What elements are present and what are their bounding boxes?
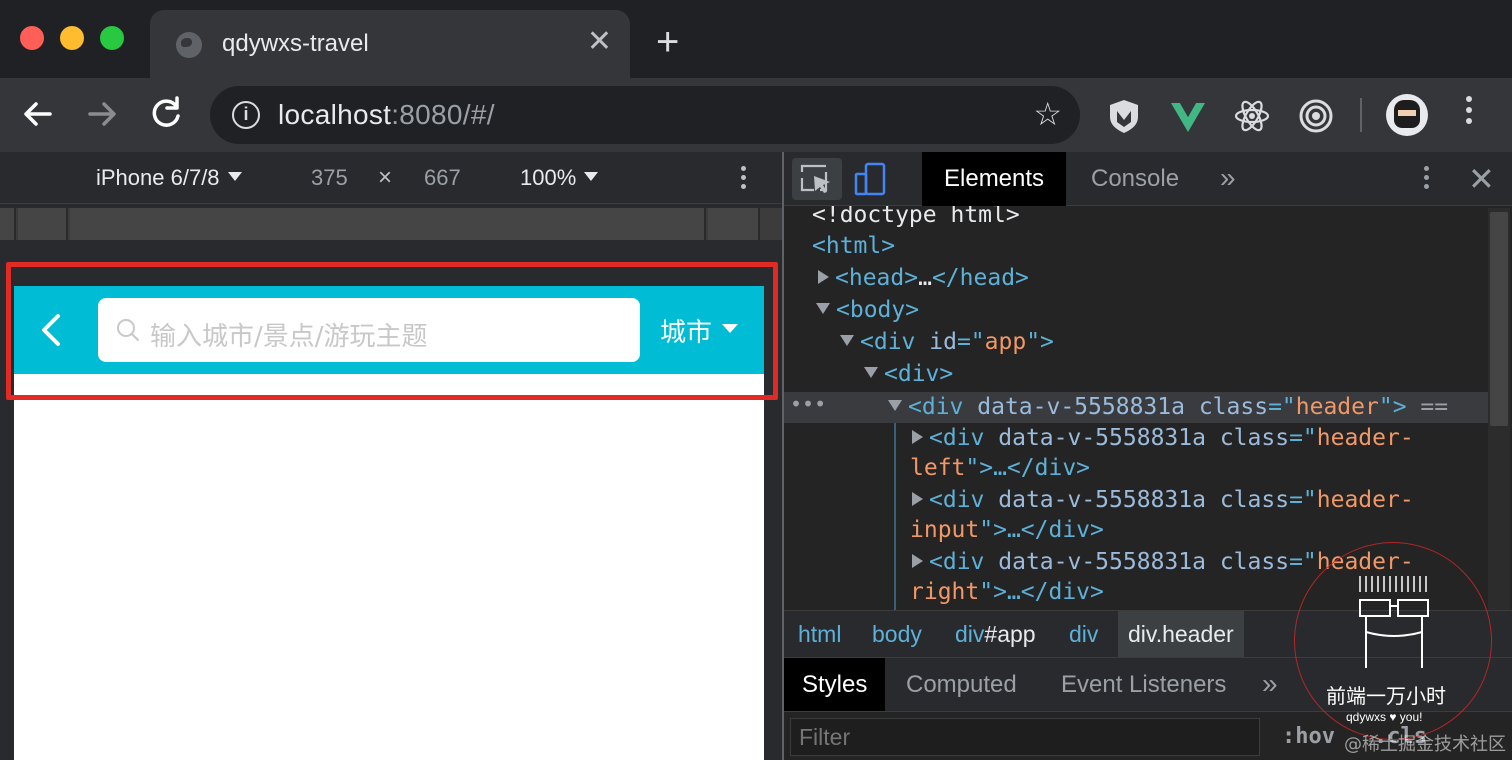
site-info-icon[interactable] [232, 101, 260, 129]
device-emulation-pane: iPhone 6/7/8 375 × 667 100% 输入城市/景点/游玩主题… [0, 152, 782, 760]
watermark-subtitle: qdywxs ♥ you! [1346, 710, 1423, 724]
styles-filter-input[interactable] [790, 718, 1260, 756]
dom-node-html[interactable]: <html> [812, 231, 895, 262]
globe-icon [176, 32, 202, 58]
dom-node-div-header[interactable]: <div data-v-5558831a class="header"> == [888, 392, 1448, 423]
browser-toolbar: localhost:8080/#/ ☆ [0, 78, 1512, 152]
minimize-window-button[interactable] [60, 26, 84, 50]
device-toolbar: iPhone 6/7/8 375 × 667 100% [0, 152, 782, 204]
expand-icon[interactable] [912, 491, 923, 506]
devtools-menu-icon[interactable] [1424, 166, 1429, 193]
device-options-icon[interactable] [741, 166, 746, 193]
dom-scroll-thumb[interactable] [1490, 212, 1508, 426]
forward-arrow-icon[interactable] [80, 92, 124, 136]
dom-node-header-right-wrap[interactable]: right">…</div> [910, 577, 1104, 608]
bookmark-star-icon[interactable]: ☆ [1033, 96, 1062, 132]
address-bar[interactable]: localhost:8080/#/ ☆ [210, 86, 1080, 144]
collapse-icon[interactable] [888, 400, 902, 411]
back-arrow-icon[interactable] [16, 92, 60, 136]
tab-elements[interactable]: Elements [922, 152, 1067, 206]
dom-node-header-input[interactable]: <div data-v-5558831a class="header- [912, 485, 1414, 516]
header-highlight-annotation [6, 262, 778, 400]
watermark-mascot-icon [1359, 576, 1429, 668]
browser-menu-icon[interactable] [1466, 96, 1474, 129]
expand-icon[interactable] [912, 553, 923, 568]
dom-node-header-input-wrap[interactable]: input">…</div> [910, 515, 1104, 546]
browser-tab[interactable]: qdywxs-travel ✕ [150, 10, 630, 78]
more-subtabs-icon[interactable]: » [1262, 668, 1278, 700]
dom-node-doctype[interactable]: <!doctype html> [812, 206, 1020, 231]
indent-guide [894, 423, 896, 610]
device-select[interactable]: iPhone 6/7/8 [96, 165, 242, 191]
hov-toggle[interactable]: :hov [1282, 724, 1335, 749]
browser-tab-strip: qdywxs-travel ✕ + [0, 0, 1512, 78]
collapse-icon[interactable] [864, 367, 878, 378]
chevron-down-icon [227, 171, 242, 181]
dom-node-body[interactable]: <body> [816, 295, 919, 326]
expand-icon[interactable] [818, 269, 829, 284]
dom-node-header-left[interactable]: <div data-v-5558831a class="header- [912, 423, 1414, 454]
watermark-site: @稀土掘金技术社区 [1344, 734, 1506, 755]
inspect-element-icon[interactable] [792, 158, 842, 200]
tab-styles[interactable]: Styles [784, 658, 886, 711]
dom-node-head[interactable]: <head>…</head> [818, 263, 1029, 294]
toggle-device-icon[interactable] [854, 162, 888, 196]
tab-console[interactable]: Console [1069, 152, 1201, 206]
chevron-down-icon [584, 171, 599, 181]
watermark-title: 前端一万小时 [1326, 684, 1446, 708]
collapse-icon[interactable] [840, 335, 854, 346]
react-devtools-icon[interactable] [1232, 96, 1272, 136]
zoom-select[interactable]: 100% [520, 165, 599, 191]
url-text: localhost:8080/#/ [278, 99, 495, 130]
toolbar-divider [1360, 98, 1362, 132]
dom-row-more-icon[interactable]: ••• [790, 392, 826, 416]
tab-event-listeners[interactable]: Event Listeners [1043, 658, 1244, 711]
close-window-button[interactable] [20, 26, 44, 50]
vue-devtools-icon[interactable] [1168, 96, 1208, 136]
breadcrumb-div-header[interactable]: div.header [1118, 611, 1244, 657]
breadcrumb-div[interactable]: div [1059, 611, 1108, 657]
reload-icon[interactable] [144, 92, 188, 136]
shield-extension-icon[interactable] [1104, 96, 1144, 136]
new-tab-button[interactable]: + [656, 22, 679, 62]
dom-node-div[interactable]: <div> [864, 359, 953, 390]
breadcrumb-html[interactable]: html [788, 611, 851, 657]
zoom-window-button[interactable] [100, 26, 124, 50]
breadcrumb-div-app[interactable]: div#app [945, 611, 1046, 657]
profile-avatar[interactable] [1386, 94, 1428, 136]
device-height-field[interactable]: 667 [424, 165, 461, 191]
dom-node-header-left-wrap[interactable]: left">…</div> [910, 453, 1090, 484]
dom-node-div-app[interactable]: <div id="app"> [840, 327, 1054, 358]
collapse-icon[interactable] [816, 303, 830, 314]
tab-close-icon[interactable]: ✕ [587, 26, 612, 58]
media-query-ruler[interactable] [0, 208, 782, 240]
tab-title: qdywxs-travel [222, 30, 369, 57]
close-devtools-icon[interactable]: ✕ [1468, 160, 1495, 198]
devtools-tab-bar: Elements Console » ✕ [784, 152, 1512, 206]
dimension-separator: × [378, 164, 393, 191]
device-width-field[interactable]: 375 [311, 165, 348, 191]
tab-computed[interactable]: Computed [888, 658, 1035, 711]
expand-icon[interactable] [912, 429, 923, 444]
target-extension-icon[interactable] [1296, 96, 1336, 136]
breadcrumb-body[interactable]: body [862, 611, 932, 657]
more-tabs-icon[interactable]: » [1220, 162, 1236, 194]
